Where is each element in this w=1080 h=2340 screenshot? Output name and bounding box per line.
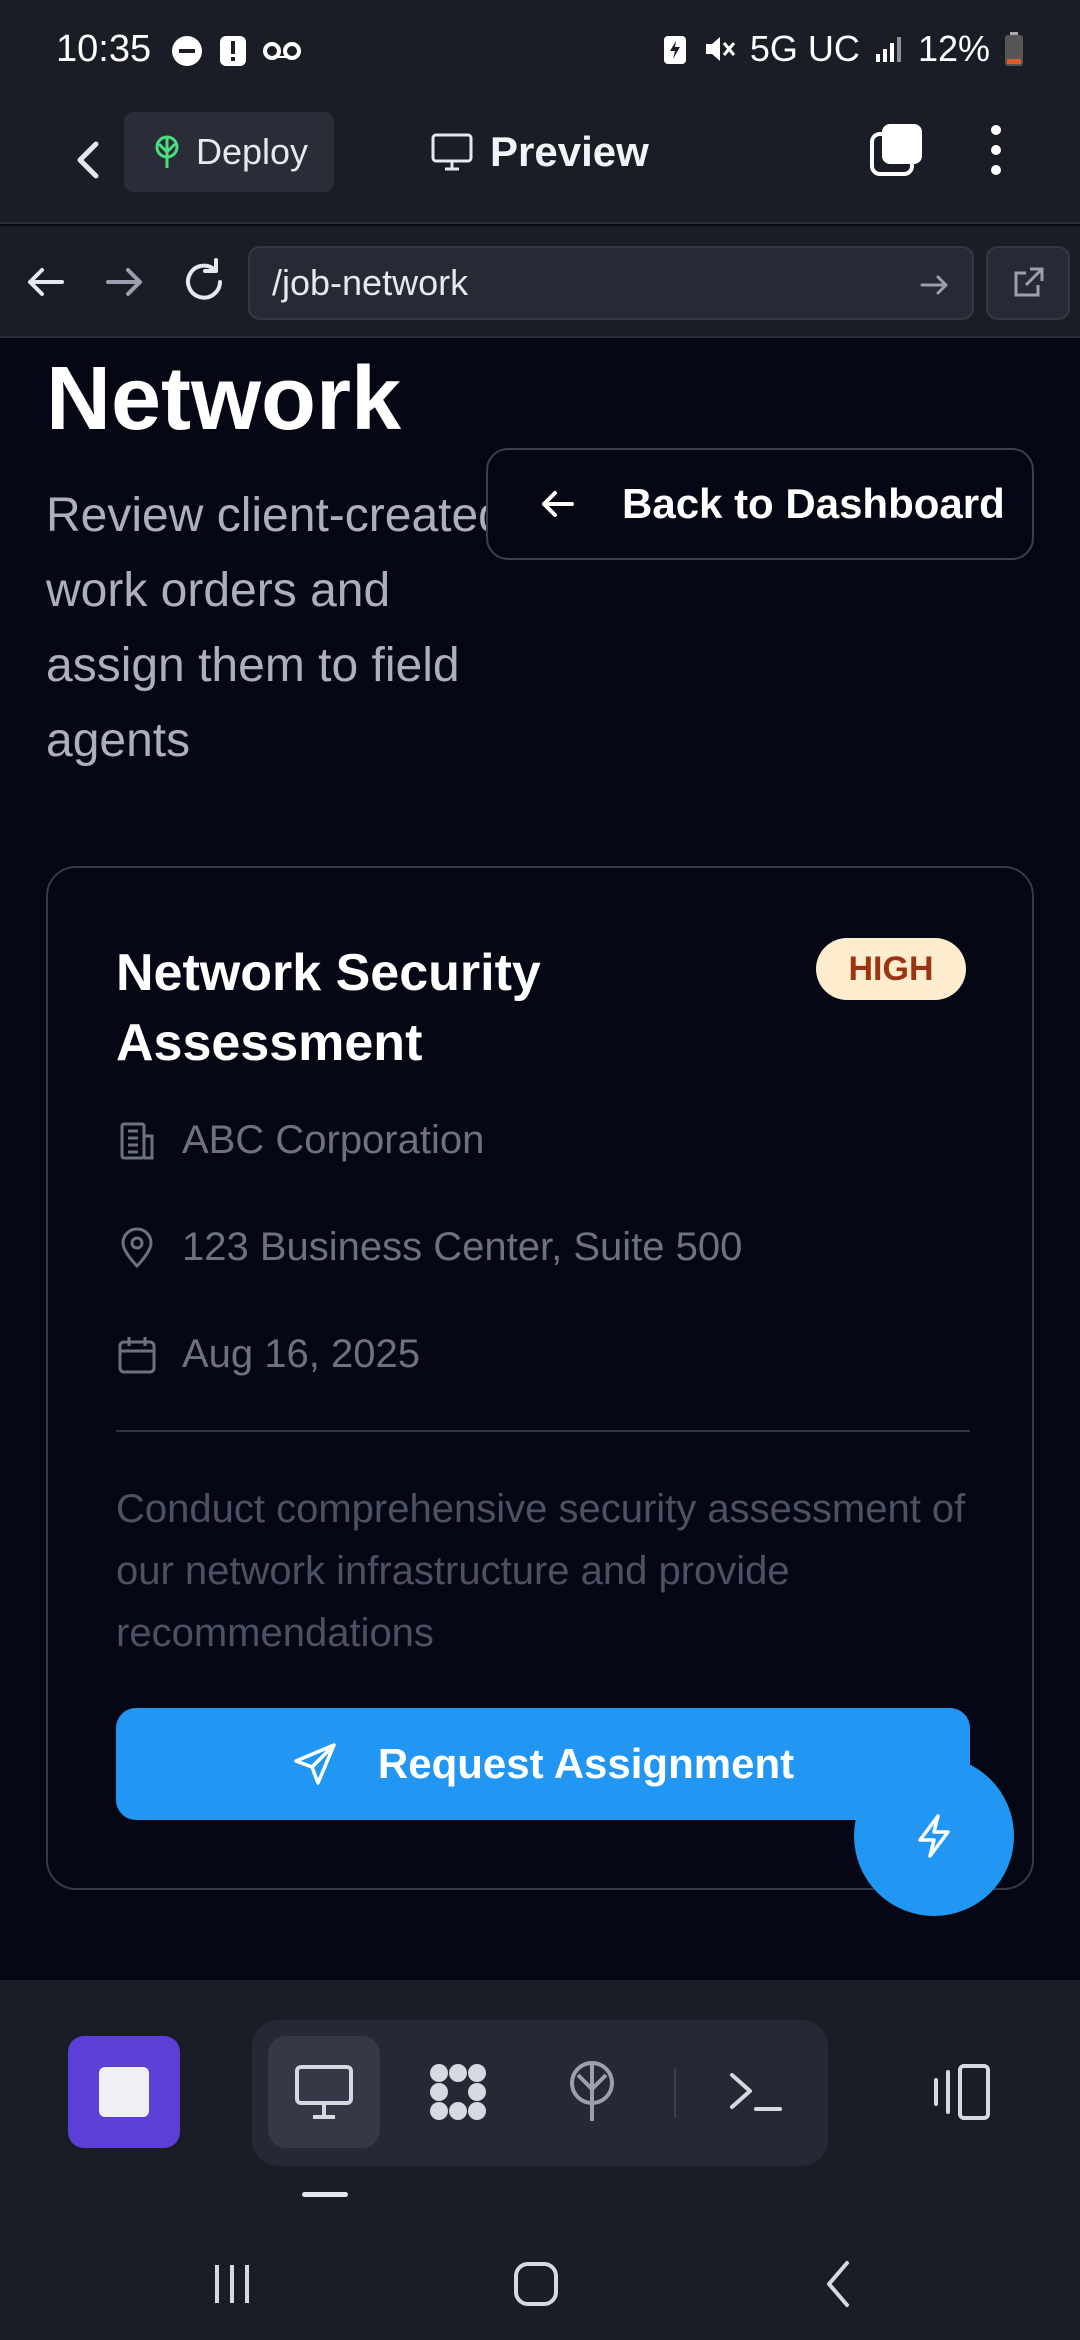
apps-icon bbox=[430, 2064, 486, 2120]
reload-button[interactable] bbox=[176, 254, 232, 310]
status-notification-icons bbox=[170, 34, 302, 68]
arrow-left-icon bbox=[542, 491, 574, 517]
network-type: 5G UC bbox=[749, 28, 860, 69]
priority-badge: HIGH bbox=[816, 938, 966, 1000]
request-assignment-button[interactable]: Request Assignment bbox=[116, 1708, 970, 1820]
more-menu-button[interactable] bbox=[976, 120, 1016, 180]
monitor-icon bbox=[431, 133, 473, 171]
system-back-button[interactable] bbox=[800, 2254, 880, 2314]
back-to-dashboard-label: Back to Dashboard bbox=[622, 480, 1005, 527]
system-navigation bbox=[0, 2230, 1080, 2340]
open-external-button[interactable] bbox=[986, 246, 1070, 320]
dnd-icon bbox=[172, 36, 202, 66]
system-back-icon bbox=[827, 2261, 849, 2307]
app-header: Deploy Preview bbox=[0, 100, 1080, 224]
preview-label: Preview bbox=[490, 128, 649, 175]
deploy-label: Deploy bbox=[195, 131, 309, 172]
deploy-button[interactable]: Deploy bbox=[124, 112, 334, 192]
date-row: Aug 16, 2025 bbox=[116, 1332, 420, 1377]
battery-icon bbox=[1005, 32, 1023, 66]
recents-icon bbox=[215, 2265, 249, 2303]
panel-icon bbox=[934, 2064, 990, 2120]
job-description: Conduct comprehensive security assessmen… bbox=[116, 1487, 966, 1655]
stop-button[interactable] bbox=[68, 2036, 180, 2148]
page-subtitle: Review client-created work orders and as… bbox=[46, 489, 505, 767]
status-bar: 10:35 5G UC 12% bbox=[0, 0, 1080, 100]
arrow-left-icon bbox=[28, 268, 64, 296]
building-icon bbox=[120, 1122, 154, 1159]
quick-action-button[interactable] bbox=[854, 1756, 1014, 1916]
alert-icon bbox=[220, 36, 246, 66]
tool-separator bbox=[674, 2068, 676, 2118]
url-text: /job-network bbox=[272, 262, 469, 303]
browser-back-button[interactable] bbox=[18, 254, 74, 310]
calendar-icon bbox=[118, 1336, 156, 1373]
location-pin-icon bbox=[121, 1227, 153, 1268]
arrow-right-icon bbox=[106, 268, 142, 296]
reload-icon bbox=[186, 258, 222, 300]
terminal-button[interactable] bbox=[700, 2036, 812, 2148]
tabs-icon bbox=[870, 124, 922, 176]
job-card: Network Security Assessment HIGH ABC Cor… bbox=[46, 866, 1034, 1890]
send-icon bbox=[294, 1743, 336, 1785]
active-tab-indicator bbox=[302, 2192, 348, 2197]
deploy-tool-button[interactable] bbox=[536, 2036, 648, 2148]
job-title: Network Security Assessment bbox=[116, 944, 541, 1072]
apps-button[interactable] bbox=[402, 2036, 514, 2148]
mute-icon bbox=[705, 37, 736, 61]
recents-button[interactable] bbox=[192, 2254, 272, 2314]
stop-icon bbox=[99, 2067, 149, 2117]
page-title: Network bbox=[46, 349, 402, 449]
status-time: 10:35 bbox=[56, 28, 152, 70]
url-input[interactable]: /job-network bbox=[248, 246, 974, 320]
tool-group bbox=[252, 2020, 828, 2166]
back-button[interactable] bbox=[60, 130, 120, 190]
divider bbox=[116, 1430, 970, 1432]
more-vert-icon bbox=[991, 125, 1001, 175]
company-name: ABC Corporation bbox=[182, 1118, 485, 1162]
back-icon bbox=[77, 141, 99, 179]
battery-percent: 12% bbox=[917, 28, 990, 69]
job-address: 123 Business Center, Suite 500 bbox=[182, 1225, 743, 1269]
panel-toggle-button[interactable] bbox=[920, 2036, 1000, 2148]
go-icon[interactable] bbox=[918, 268, 952, 302]
deploy-icon bbox=[570, 2061, 614, 2121]
deploy-tree-icon bbox=[155, 135, 179, 168]
status-indicators: 5G UC 12% bbox=[662, 28, 1024, 70]
external-link-icon bbox=[1014, 267, 1044, 297]
company-row: ABC Corporation bbox=[116, 1118, 484, 1163]
home-button[interactable] bbox=[496, 2254, 576, 2314]
back-to-dashboard-button[interactable]: Back to Dashboard bbox=[486, 448, 1034, 560]
terminal-icon bbox=[730, 2073, 782, 2111]
tabs-button[interactable] bbox=[866, 120, 926, 180]
browser-forward-button[interactable] bbox=[96, 254, 152, 310]
bolt-icon bbox=[918, 1814, 950, 1858]
home-icon bbox=[514, 2262, 558, 2306]
address-row: 123 Business Center, Suite 500 bbox=[116, 1225, 742, 1270]
signal-icon bbox=[875, 37, 901, 62]
battery-saver-icon bbox=[663, 36, 686, 64]
desktop-view-button[interactable] bbox=[268, 2036, 380, 2148]
browser-bar: /job-network bbox=[0, 226, 1080, 338]
request-assignment-label: Request Assignment bbox=[377, 1740, 795, 1787]
voicemail-icon bbox=[263, 42, 301, 60]
job-date: Aug 16, 2025 bbox=[182, 1332, 420, 1376]
preview-title: Preview bbox=[430, 128, 649, 176]
bottom-toolbar bbox=[0, 1980, 1080, 2230]
desktop-icon bbox=[295, 2065, 353, 2119]
